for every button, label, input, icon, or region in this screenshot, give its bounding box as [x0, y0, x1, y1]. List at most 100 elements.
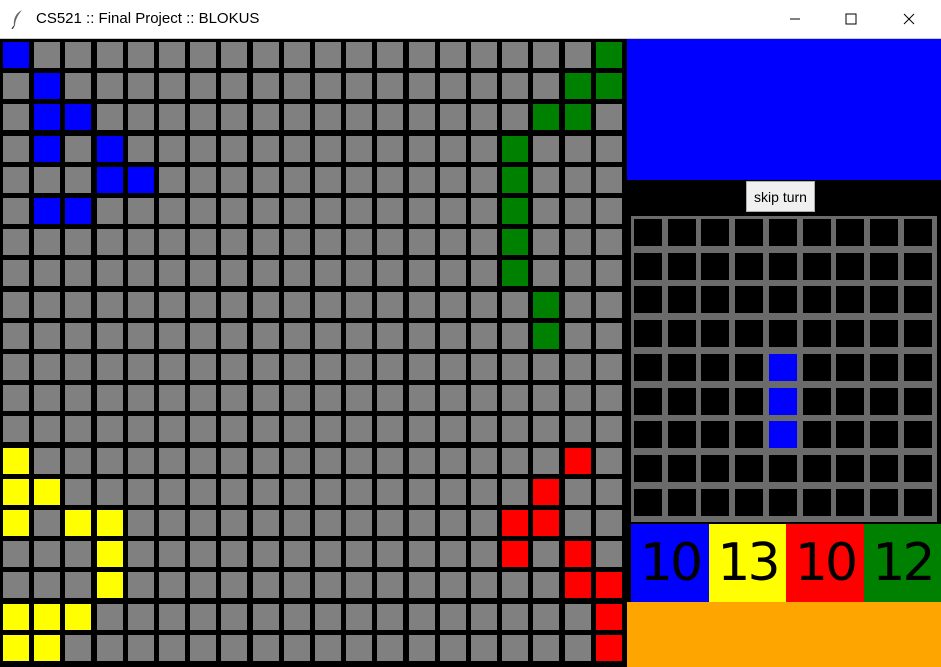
- board-cell[interactable]: [96, 385, 123, 412]
- board-cell[interactable]: [159, 634, 185, 661]
- board-cell[interactable]: [159, 572, 185, 599]
- board-cell[interactable]: [159, 385, 185, 412]
- board-cell[interactable]: [252, 322, 279, 349]
- board-cell[interactable]: [221, 603, 248, 630]
- board-cell[interactable]: [252, 198, 279, 224]
- piece-cell[interactable]: [869, 454, 898, 482]
- board-cell[interactable]: [159, 198, 185, 224]
- board-cell[interactable]: [315, 260, 341, 287]
- board-cell[interactable]: [315, 541, 341, 568]
- board-cell[interactable]: [346, 634, 373, 661]
- board-cell[interactable]: [377, 634, 404, 661]
- board-cell[interactable]: [408, 354, 435, 380]
- board-cell[interactable]: [439, 416, 466, 443]
- board-cell-blue[interactable]: [96, 166, 123, 193]
- board-cell[interactable]: [221, 42, 248, 68]
- board-cell[interactable]: [346, 229, 373, 256]
- piece-cell[interactable]: [634, 488, 662, 516]
- board-cell[interactable]: [346, 354, 373, 380]
- board-cell[interactable]: [190, 478, 217, 505]
- board-cell[interactable]: [283, 416, 310, 443]
- board-cell-red[interactable]: [564, 447, 591, 474]
- board-cell[interactable]: [283, 634, 310, 661]
- board-cell[interactable]: [34, 42, 61, 68]
- board-cell-green[interactable]: [502, 135, 529, 162]
- board-cell-red[interactable]: [564, 572, 591, 599]
- board-cell[interactable]: [439, 73, 466, 100]
- board-cell-yellow[interactable]: [96, 510, 123, 536]
- board-cell[interactable]: [127, 135, 154, 162]
- piece-cell[interactable]: [903, 454, 932, 482]
- board-cell-green[interactable]: [595, 42, 622, 68]
- board-cell[interactable]: [190, 541, 217, 568]
- piece-cell[interactable]: [802, 387, 831, 415]
- board-cell[interactable]: [377, 572, 404, 599]
- board-cell[interactable]: [221, 572, 248, 599]
- board-cell[interactable]: [252, 478, 279, 505]
- piece-cell[interactable]: [869, 387, 898, 415]
- board-cell[interactable]: [252, 229, 279, 256]
- board-cell[interactable]: [127, 73, 154, 100]
- board-cell[interactable]: [65, 73, 92, 100]
- board-cell[interactable]: [408, 42, 435, 68]
- board-cell[interactable]: [439, 229, 466, 256]
- board-cell[interactable]: [127, 104, 154, 131]
- board-cell[interactable]: [439, 478, 466, 505]
- board-cell[interactable]: [221, 416, 248, 443]
- piece-cell[interactable]: [836, 320, 865, 348]
- piece-cell[interactable]: [634, 219, 662, 246]
- board-cell[interactable]: [346, 385, 373, 412]
- board-cell-green[interactable]: [502, 260, 529, 287]
- board-cell[interactable]: [346, 603, 373, 630]
- board-cell[interactable]: [564, 42, 591, 68]
- board-cell[interactable]: [595, 385, 622, 412]
- board-cell[interactable]: [221, 354, 248, 380]
- board-cell[interactable]: [315, 291, 341, 318]
- board-cell[interactable]: [65, 291, 92, 318]
- board-cell[interactable]: [315, 166, 341, 193]
- board-cell-green[interactable]: [533, 291, 560, 318]
- board-cell[interactable]: [65, 135, 92, 162]
- board-cell[interactable]: [315, 229, 341, 256]
- board-cell[interactable]: [159, 416, 185, 443]
- board-cell[interactable]: [159, 541, 185, 568]
- board-cell[interactable]: [190, 166, 217, 193]
- board-cell[interactable]: [34, 572, 61, 599]
- board-cell[interactable]: [377, 478, 404, 505]
- board-cell[interactable]: [34, 385, 61, 412]
- piece-cell-filled[interactable]: [768, 421, 797, 449]
- board-cell[interactable]: [595, 291, 622, 318]
- board-cell[interactable]: [127, 541, 154, 568]
- board-cell[interactable]: [377, 291, 404, 318]
- piece-cell[interactable]: [735, 320, 764, 348]
- board-cell[interactable]: [346, 73, 373, 100]
- board-cell[interactable]: [96, 634, 123, 661]
- board-cell[interactable]: [34, 322, 61, 349]
- board-cell[interactable]: [377, 135, 404, 162]
- board-cell[interactable]: [439, 354, 466, 380]
- board-cell[interactable]: [283, 572, 310, 599]
- board-cell[interactable]: [252, 166, 279, 193]
- piece-cell[interactable]: [802, 421, 831, 449]
- board-cell[interactable]: [190, 322, 217, 349]
- board-cell[interactable]: [65, 260, 92, 287]
- board-cell[interactable]: [65, 229, 92, 256]
- board-cell[interactable]: [346, 104, 373, 131]
- piece-cell[interactable]: [667, 387, 696, 415]
- board-cell[interactable]: [315, 603, 341, 630]
- board-cell-green[interactable]: [595, 73, 622, 100]
- board-cell[interactable]: [533, 572, 560, 599]
- board-cell-yellow[interactable]: [96, 572, 123, 599]
- board-cell[interactable]: [564, 634, 591, 661]
- board-cell[interactable]: [377, 166, 404, 193]
- piece-cell[interactable]: [735, 421, 764, 449]
- board-cell[interactable]: [3, 229, 29, 256]
- piece-cell[interactable]: [701, 219, 730, 246]
- board-cell[interactable]: [315, 634, 341, 661]
- board-cell[interactable]: [283, 42, 310, 68]
- piece-cell[interactable]: [802, 219, 831, 246]
- board-cell-blue[interactable]: [34, 104, 61, 131]
- board-cell[interactable]: [471, 510, 497, 536]
- piece-cell[interactable]: [735, 454, 764, 482]
- board-cell[interactable]: [96, 42, 123, 68]
